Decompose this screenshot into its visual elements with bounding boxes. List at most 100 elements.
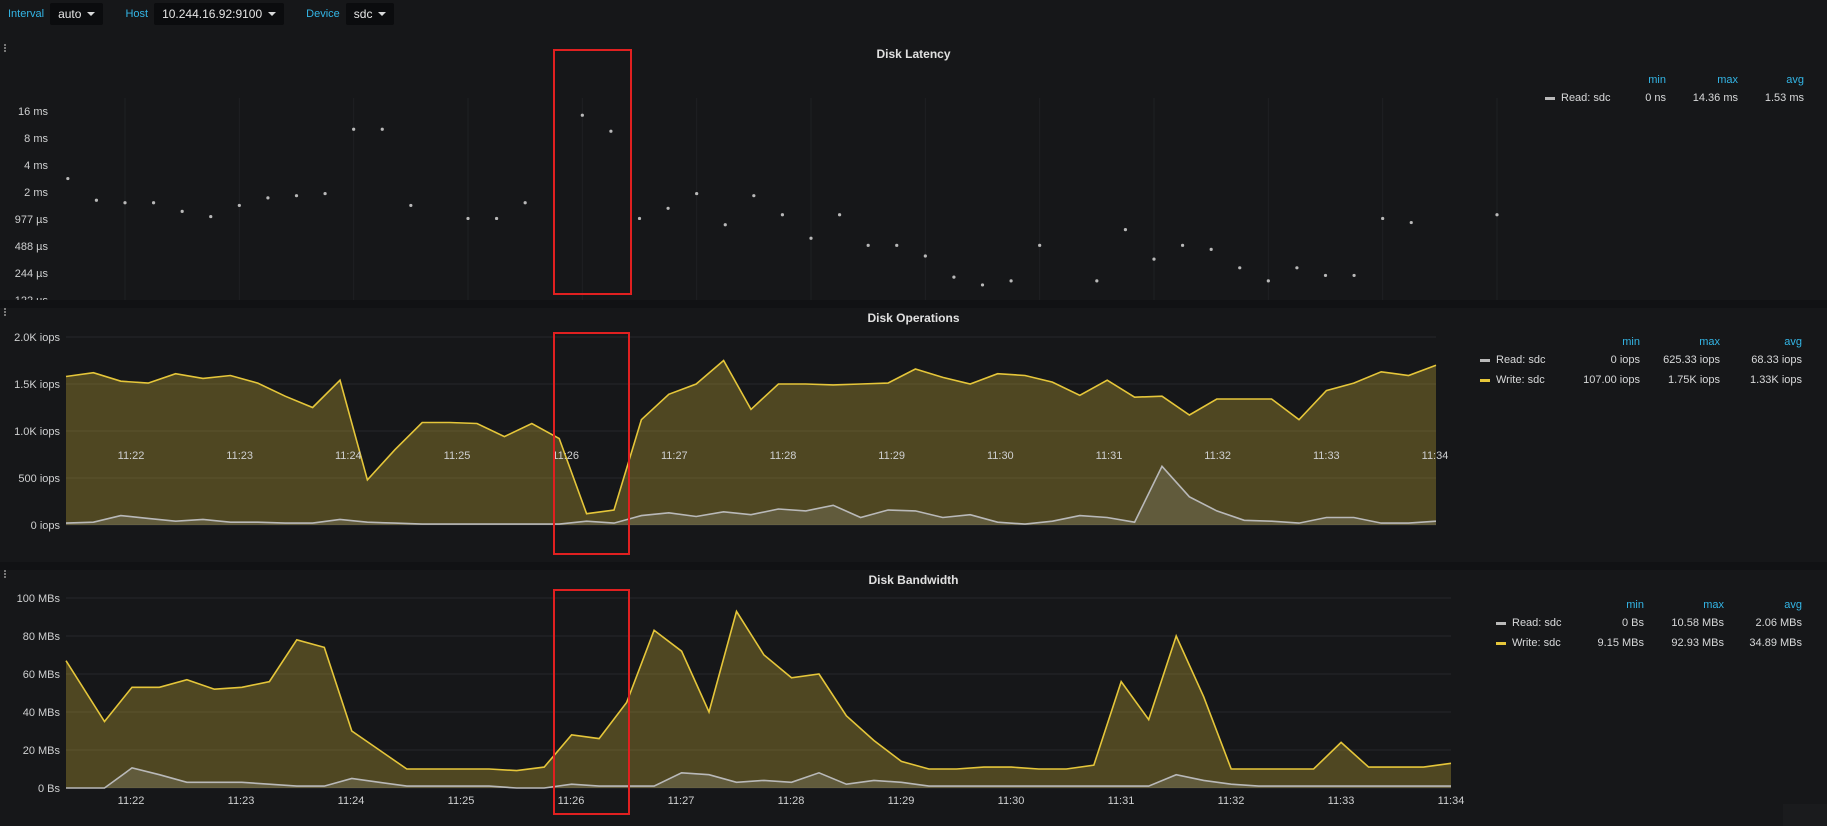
device-label: Device xyxy=(306,8,340,20)
x-tick-label: 11:27 xyxy=(661,450,688,462)
x-tick-label: 11:29 xyxy=(878,450,905,462)
y-tick-label: 0 iops xyxy=(31,520,61,532)
data-point xyxy=(1123,228,1128,232)
y-tick-label: 100 MBs xyxy=(17,593,61,605)
highlight-box-operations xyxy=(553,332,630,555)
data-point xyxy=(1209,247,1213,252)
legend-item-read[interactable]: Read: sdc xyxy=(1480,354,1546,366)
data-point xyxy=(352,127,356,131)
y-tick-label: 4 ms xyxy=(24,160,48,172)
legend-header-avg[interactable]: avg xyxy=(1724,336,1802,348)
legend-series-name: Read: sdc xyxy=(1512,617,1562,629)
data-point xyxy=(1381,216,1385,221)
legend-header-avg[interactable]: avg xyxy=(1726,599,1802,611)
data-point xyxy=(809,236,813,240)
interval-value: auto xyxy=(58,7,82,21)
device-value: sdc xyxy=(353,7,373,21)
x-tick-label: 11:27 xyxy=(668,795,695,807)
data-point xyxy=(837,213,842,217)
chevron-down-icon xyxy=(268,12,277,16)
x-tick-label: 11:34 xyxy=(1422,450,1449,462)
data-point xyxy=(266,196,270,200)
legend-min-value: 0 ns xyxy=(1645,92,1666,104)
data-point xyxy=(1352,273,1356,278)
data-point xyxy=(1238,266,1242,270)
data-point xyxy=(323,191,327,196)
y-tick-label: 1.0K iops xyxy=(14,426,60,438)
legend-header-min[interactable]: min xyxy=(1600,74,1666,86)
legend-series-name: Read: sdc xyxy=(1496,354,1546,366)
legend-avg-value: 34.89 MBs xyxy=(1749,637,1802,649)
disk-bandwidth-chart[interactable]: 100 MBs 80 MBs 60 MBs 40 MBs 20 MBs 0 Bs 11:22… xyxy=(0,566,1827,826)
y-tick-label: 2 ms xyxy=(24,187,48,199)
x-tick-label: 11:30 xyxy=(987,450,1014,462)
legend-min-value: 0 iops xyxy=(1610,354,1640,366)
legend-header-min[interactable]: min xyxy=(1578,336,1640,348)
data-point xyxy=(466,216,470,221)
host-value: 10.244.16.92:9100 xyxy=(162,7,263,21)
legend-max-value: 92.93 MBs xyxy=(1671,637,1724,649)
x-tick-label: 11:24 xyxy=(338,795,365,807)
legend-item-read[interactable]: Read: sdc xyxy=(1496,617,1562,629)
data-point xyxy=(1180,243,1185,247)
data-point xyxy=(1409,220,1413,225)
legend-min-value: 107.00 iops xyxy=(1583,374,1640,386)
legend-max-value: 10.58 MBs xyxy=(1671,617,1724,629)
x-tick-label: 11:22 xyxy=(118,795,145,807)
x-tick-label: 11:28 xyxy=(778,795,805,807)
legend-swatch xyxy=(1480,378,1490,382)
data-point xyxy=(523,201,527,205)
x-tick-label: 11:28 xyxy=(770,450,797,462)
legend-series-name: Write: sdc xyxy=(1496,374,1545,386)
x-tick-label: 11:32 xyxy=(1218,795,1245,807)
legend-max-value: 14.36 ms xyxy=(1692,92,1738,104)
legend-item-write[interactable]: Write: sdc xyxy=(1496,637,1561,649)
data-point xyxy=(180,209,184,213)
data-point xyxy=(1266,279,1270,283)
data-point xyxy=(1095,279,1099,283)
interval-select[interactable]: auto xyxy=(50,3,104,25)
series-area xyxy=(66,611,1451,788)
x-tick-label: 11:25 xyxy=(448,795,475,807)
x-tick-label: 11:22 xyxy=(118,450,145,462)
legend-header-max[interactable]: max xyxy=(1646,599,1724,611)
x-tick-label: 11:33 xyxy=(1328,795,1355,807)
x-tick-label: 11:32 xyxy=(1204,450,1231,462)
x-tick-label: 11:25 xyxy=(444,450,471,462)
legend-avg-value: 68.33 iops xyxy=(1751,354,1802,366)
y-tick-label: 1.5K iops xyxy=(14,379,60,391)
legend-header-max[interactable]: max xyxy=(1646,336,1720,348)
disk-bandwidth-panel: Disk Bandwidth 100 MBs 80 MBs 60 MBs 40 MBs… xyxy=(0,566,1827,826)
data-point xyxy=(1295,266,1299,270)
disk-latency-panel: Disk Latency 16 ms 8 ms 4 ms 2 ms 977 µs 488 … xyxy=(0,38,1827,300)
host-label: Host xyxy=(125,8,149,20)
y-tick-label: 500 iops xyxy=(18,473,60,485)
legend-max-value: 1.75K iops xyxy=(1668,374,1720,386)
legend-avg-value: 2.06 MBs xyxy=(1755,617,1802,629)
x-tick-label: 11:30 xyxy=(998,795,1025,807)
disk-operations-panel: Disk Operations 2.0K iops 1.5K iops 1.0K i… xyxy=(0,304,1827,566)
x-tick-label: 11:23 xyxy=(228,795,255,807)
x-tick-label: 11:24 xyxy=(335,450,362,462)
y-tick-label: 80 MBs xyxy=(23,631,61,643)
data-point xyxy=(94,198,99,202)
series-area xyxy=(66,360,1436,525)
y-tick-label: 16 ms xyxy=(18,106,48,118)
legend-swatch xyxy=(1480,358,1490,362)
y-tick-label: 2.0K iops xyxy=(14,332,60,344)
data-point xyxy=(752,194,756,198)
legend-header-max[interactable]: max xyxy=(1668,74,1738,86)
host-select[interactable]: 10.244.16.92:9100 xyxy=(154,3,285,25)
data-point xyxy=(952,275,956,279)
data-point xyxy=(123,201,127,205)
disk-latency-chart[interactable]: 16 ms8 ms4 ms2 ms977 µs488 µs244 µs122 µ… xyxy=(0,38,1827,300)
x-tick-label: 11:31 xyxy=(1108,795,1135,807)
data-point xyxy=(294,194,299,198)
legend-header-avg[interactable]: avg xyxy=(1740,74,1804,86)
disk-operations-chart[interactable]: 2.0K iops 1.5K iops 1.0K iops 500 iops 0 iop… xyxy=(0,304,1827,566)
device-select[interactable]: sdc xyxy=(345,3,395,25)
y-tick-label: 488 µs xyxy=(15,241,49,253)
legend-header-min[interactable]: min xyxy=(1578,599,1644,611)
data-point xyxy=(723,223,727,227)
legend-item-write[interactable]: Write: sdc xyxy=(1480,374,1545,386)
